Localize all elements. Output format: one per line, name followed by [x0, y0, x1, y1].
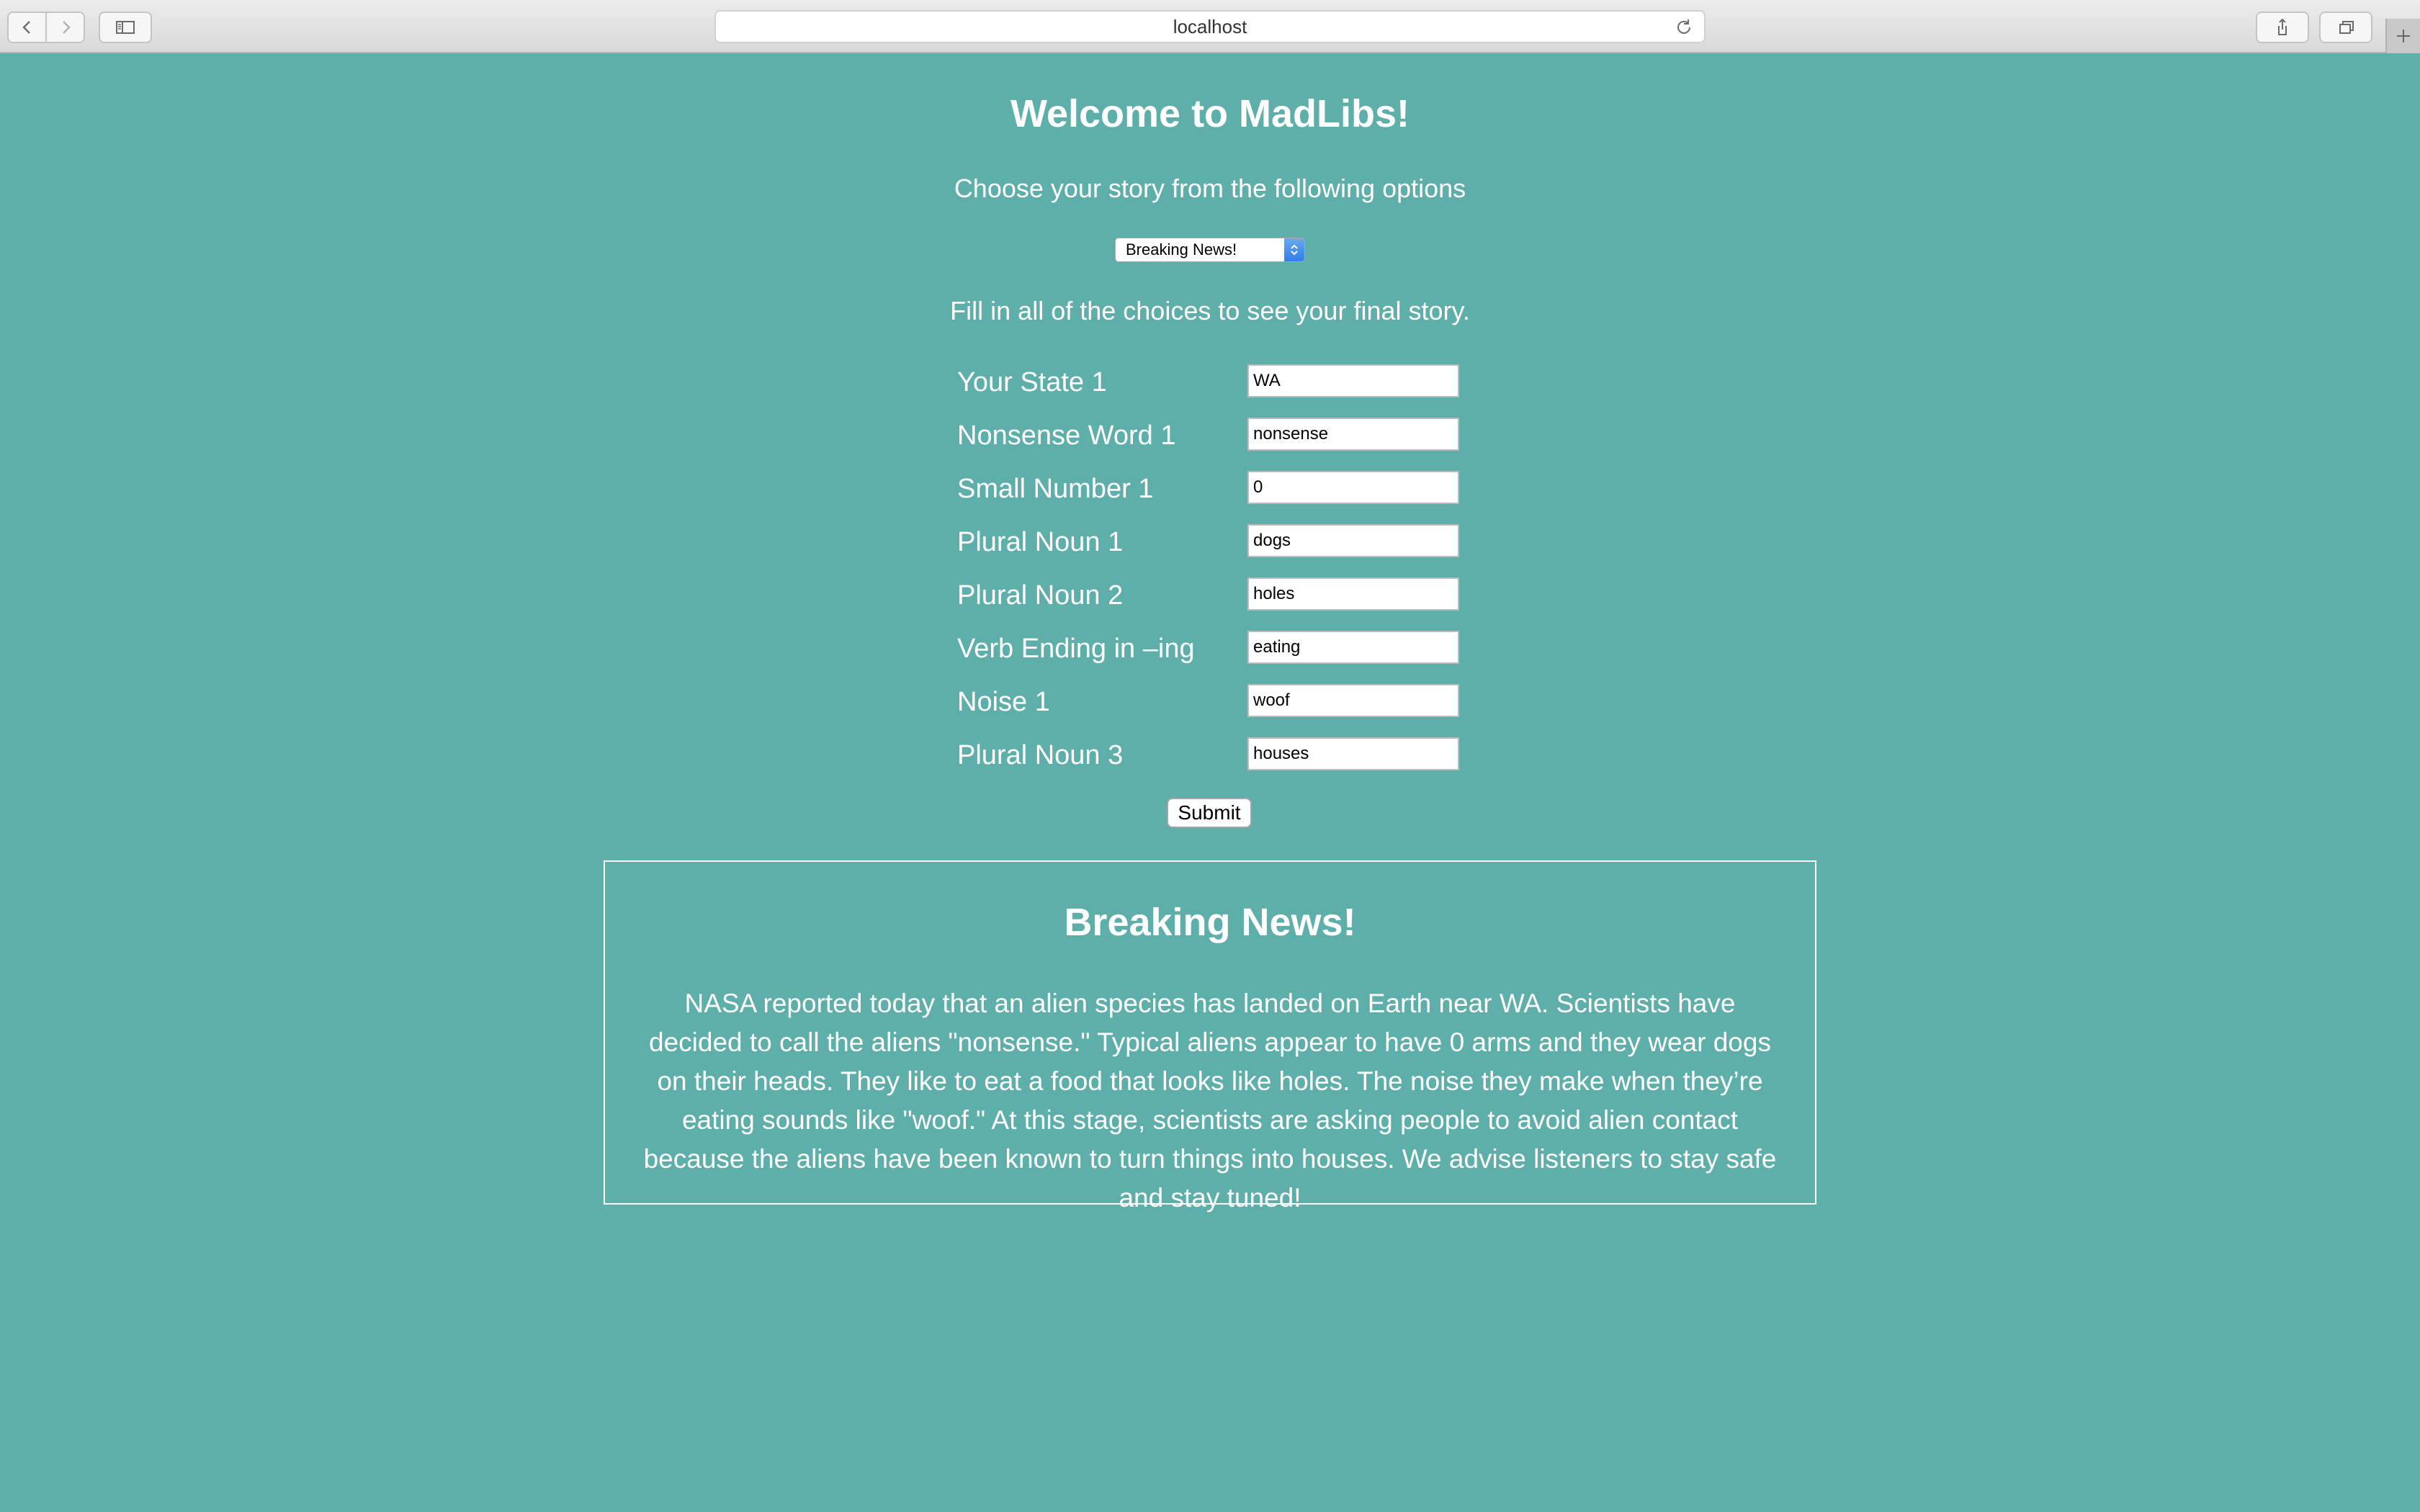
instructions-text: Fill in all of the choices to see your f… — [950, 296, 1470, 325]
field-label: Noise 1 — [957, 687, 1050, 717]
field-label: Plural Noun 3 — [957, 740, 1124, 770]
story-select-value: Breaking News! — [1126, 240, 1237, 258]
nav-button-group — [7, 12, 85, 43]
form-row-plural-noun-1: Plural Noun 1 — [0, 520, 2420, 573]
small-number-input[interactable] — [1247, 471, 1459, 504]
page-content: Welcome to MadLibs! Choose your story fr… — [0, 53, 2420, 1512]
form-row-small-number: Small Number 1 — [0, 467, 2420, 520]
state-input[interactable] — [1247, 364, 1459, 397]
sidebar-button[interactable] — [99, 12, 152, 43]
form-row-noise: Noise 1 — [0, 680, 2420, 733]
chevron-right-icon — [62, 21, 71, 34]
field-label: Verb Ending in –ing — [957, 634, 1195, 664]
submit-button[interactable]: Submit — [1167, 798, 1252, 828]
story-select[interactable]: Breaking News! — [1115, 238, 1305, 262]
form-row-verb-ing: Verb Ending in –ing — [0, 626, 2420, 680]
field-label: Your State 1 — [957, 367, 1107, 397]
tabs-overview-button[interactable] — [2319, 12, 2372, 43]
plus-icon — [2397, 30, 2410, 42]
page-subtitle: Choose your story from the following opt… — [954, 174, 1466, 203]
field-label: Nonsense Word 1 — [957, 420, 1176, 451]
noise-input[interactable] — [1247, 684, 1459, 717]
share-icon — [2278, 18, 2287, 35]
form-row-state: Your State 1 — [0, 360, 2420, 413]
page-title: Welcome to MadLibs! — [1010, 92, 1410, 135]
verb-ing-input[interactable] — [1247, 631, 1459, 664]
address-bar[interactable]: localhost — [714, 10, 1706, 43]
browser-toolbar: localhost — [0, 0, 2420, 53]
story-output-box: Breaking News! NASA reported today that … — [604, 860, 1816, 1212]
sidebar-icon — [116, 21, 135, 34]
chevron-left-icon — [22, 21, 30, 34]
field-label: Plural Noun 1 — [957, 527, 1124, 557]
address-url: localhost — [1173, 15, 1247, 37]
share-button[interactable] — [2256, 12, 2309, 43]
field-label: Plural Noun 2 — [957, 580, 1124, 611]
tabs-overview-icon — [2339, 21, 2354, 34]
story-title: Breaking News! — [1064, 901, 1356, 944]
form-row-plural-noun-3: Plural Noun 3 — [0, 733, 2420, 786]
new-tab-button[interactable] — [2385, 19, 2420, 53]
form-row-plural-noun-2: Plural Noun 2 — [0, 573, 2420, 626]
nonsense-word-input[interactable] — [1247, 418, 1459, 451]
forward-button[interactable] — [45, 13, 84, 42]
plural-noun-3-input[interactable] — [1247, 737, 1459, 770]
plural-noun-2-input[interactable] — [1247, 577, 1459, 611]
select-arrows-icon — [1284, 238, 1304, 261]
reload-icon[interactable] — [1674, 17, 1694, 37]
back-button[interactable] — [9, 13, 45, 42]
plural-noun-1-input[interactable] — [1247, 524, 1459, 557]
field-label: Small Number 1 — [957, 474, 1154, 504]
form-row-nonsense-word: Nonsense Word 1 — [0, 413, 2420, 467]
story-text: NASA reported today that an alien specie… — [643, 989, 1777, 1212]
